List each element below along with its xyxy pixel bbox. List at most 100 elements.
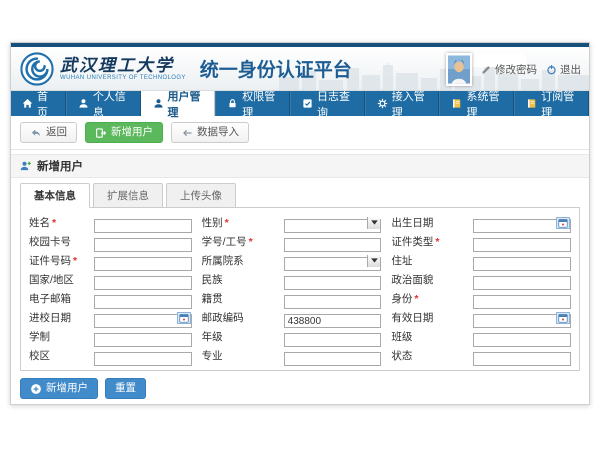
plus-circle-icon bbox=[30, 383, 42, 395]
study-length-input[interactable] bbox=[94, 333, 192, 347]
home-icon bbox=[22, 98, 33, 109]
form-panel: 姓名* 性别* 出生日期 校园卡号 学号/工号* 证件类型* 证件号码* 所属院… bbox=[20, 207, 580, 371]
field-label-id-type: 证件类型* bbox=[391, 234, 463, 249]
field-enrollment-date bbox=[94, 311, 192, 325]
required-asterisk: * bbox=[414, 293, 418, 305]
native-place-input[interactable] bbox=[284, 295, 382, 309]
add-user-toolbar-button[interactable]: 新增用户 bbox=[85, 122, 163, 143]
field-valid-date bbox=[473, 311, 571, 325]
field-label-address: 住址 bbox=[391, 253, 463, 268]
main-nav: 首页 个人信息 用户管理 权限管理 日志查询 接入管理 系统管理 订阅管理 bbox=[11, 91, 589, 116]
form-tabs: 基本信息扩展信息上传头像 bbox=[11, 178, 589, 208]
country-region-input[interactable] bbox=[94, 276, 192, 290]
field-label-name: 姓名* bbox=[29, 215, 84, 230]
required-asterisk: * bbox=[73, 255, 77, 267]
field-label-email: 电子邮箱 bbox=[29, 291, 84, 306]
add-user-icon bbox=[95, 127, 107, 139]
field-label-postal-code: 邮政编码 bbox=[202, 310, 274, 325]
add-user-submit-button[interactable]: 新增用户 bbox=[20, 378, 98, 399]
political-status-input[interactable] bbox=[473, 276, 571, 290]
user-icon bbox=[153, 98, 164, 109]
field-label-country-region: 国家/地区 bbox=[29, 272, 84, 287]
nav-item-access-management[interactable]: 接入管理 bbox=[365, 91, 440, 116]
postal-code-input[interactable] bbox=[284, 314, 382, 328]
nav-item-permission-management[interactable]: 权限管理 bbox=[215, 91, 290, 116]
field-label-ethnicity: 民族 bbox=[202, 272, 274, 287]
nav-item-user-management[interactable]: 用户管理 bbox=[141, 91, 216, 116]
header: 武汉理工大学 WUHAN UNIVERSITY OF TECHNOLOGY 统一… bbox=[11, 47, 589, 91]
id-type-input[interactable] bbox=[473, 238, 571, 252]
tab-basic-info[interactable]: 基本信息 bbox=[20, 183, 90, 208]
field-id-number bbox=[94, 254, 192, 268]
field-label-birth-date: 出生日期 bbox=[391, 215, 463, 230]
caret-down-icon[interactable] bbox=[367, 255, 380, 267]
field-label-id-number: 证件号码* bbox=[29, 253, 84, 268]
field-label-political-status: 政治面貌 bbox=[391, 272, 463, 287]
book-icon bbox=[451, 98, 462, 109]
nav-item-log-query[interactable]: 日志查询 bbox=[290, 91, 365, 116]
data-import-button[interactable]: 数据导入 bbox=[171, 122, 249, 143]
field-identity bbox=[473, 292, 571, 306]
field-label-status: 状态 bbox=[391, 348, 463, 363]
student-employee-id-input[interactable] bbox=[284, 238, 382, 252]
campus-input[interactable] bbox=[94, 352, 192, 366]
university-name-en: WUHAN UNIVERSITY OF TECHNOLOGY bbox=[60, 75, 186, 81]
field-label-campus-card-no: 校园卡号 bbox=[29, 234, 84, 249]
major-input[interactable] bbox=[284, 352, 382, 366]
address-input[interactable] bbox=[473, 257, 571, 271]
identity-input[interactable] bbox=[473, 295, 571, 309]
reset-button[interactable]: 重置 bbox=[105, 378, 146, 399]
user-icon bbox=[78, 98, 89, 109]
user-plus-icon bbox=[20, 160, 32, 172]
nav-label: 系统管理 bbox=[466, 88, 502, 120]
brand-text: 武汉理工大学 WUHAN UNIVERSITY OF TECHNOLOGY bbox=[60, 57, 186, 81]
nav-label: 首页 bbox=[37, 88, 54, 120]
log-check-icon bbox=[302, 98, 313, 109]
tab-extended-info[interactable]: 扩展信息 bbox=[93, 183, 163, 208]
email-input[interactable] bbox=[94, 295, 192, 309]
back-arrow-icon bbox=[30, 127, 42, 139]
nav-label: 日志查询 bbox=[317, 88, 353, 120]
field-name bbox=[94, 216, 192, 230]
field-id-type bbox=[473, 235, 571, 249]
field-major bbox=[284, 349, 382, 363]
tab-upload-avatar[interactable]: 上传头像 bbox=[166, 183, 236, 208]
calendar-icon[interactable] bbox=[556, 312, 570, 324]
field-grade bbox=[284, 330, 382, 344]
status-input[interactable] bbox=[473, 352, 571, 366]
field-email bbox=[94, 292, 192, 306]
required-asterisk: * bbox=[249, 236, 253, 248]
calendar-icon[interactable] bbox=[177, 312, 191, 324]
user-avatar[interactable] bbox=[446, 53, 472, 86]
field-student-employee-id bbox=[284, 235, 382, 249]
nav-item-system-management[interactable]: 系统管理 bbox=[439, 91, 514, 116]
name-input[interactable] bbox=[94, 219, 192, 233]
field-political-status bbox=[473, 273, 571, 287]
nav-item-subscription-management[interactable]: 订阅管理 bbox=[514, 91, 589, 116]
logout-label: 退出 bbox=[560, 62, 581, 77]
header-right: 修改密码 退出 bbox=[446, 47, 581, 91]
id-number-input[interactable] bbox=[94, 257, 192, 271]
change-password-link[interactable]: 修改密码 bbox=[481, 62, 537, 77]
class-input[interactable] bbox=[473, 333, 571, 347]
nav-label: 个人信息 bbox=[93, 88, 129, 120]
field-address bbox=[473, 254, 571, 268]
field-postal-code bbox=[284, 311, 382, 325]
nav-label: 接入管理 bbox=[392, 88, 428, 120]
campus-card-no-input[interactable] bbox=[94, 238, 192, 252]
field-study-length bbox=[94, 330, 192, 344]
logout-link[interactable]: 退出 bbox=[546, 62, 581, 77]
nav-item-personal-info[interactable]: 个人信息 bbox=[66, 91, 141, 116]
field-native-place bbox=[284, 292, 382, 306]
ethnicity-input[interactable] bbox=[284, 276, 382, 290]
field-label-student-employee-id: 学号/工号* bbox=[202, 234, 274, 249]
field-gender bbox=[284, 216, 382, 230]
calendar-icon[interactable] bbox=[556, 217, 570, 229]
grade-input[interactable] bbox=[284, 333, 382, 347]
nav-item-home[interactable]: 首页 bbox=[11, 91, 66, 116]
caret-down-icon[interactable] bbox=[367, 217, 380, 229]
university-logo bbox=[20, 52, 54, 86]
section-header: 新增用户 bbox=[11, 154, 589, 178]
field-campus-card-no bbox=[94, 235, 192, 249]
back-button[interactable]: 返回 bbox=[20, 122, 77, 143]
